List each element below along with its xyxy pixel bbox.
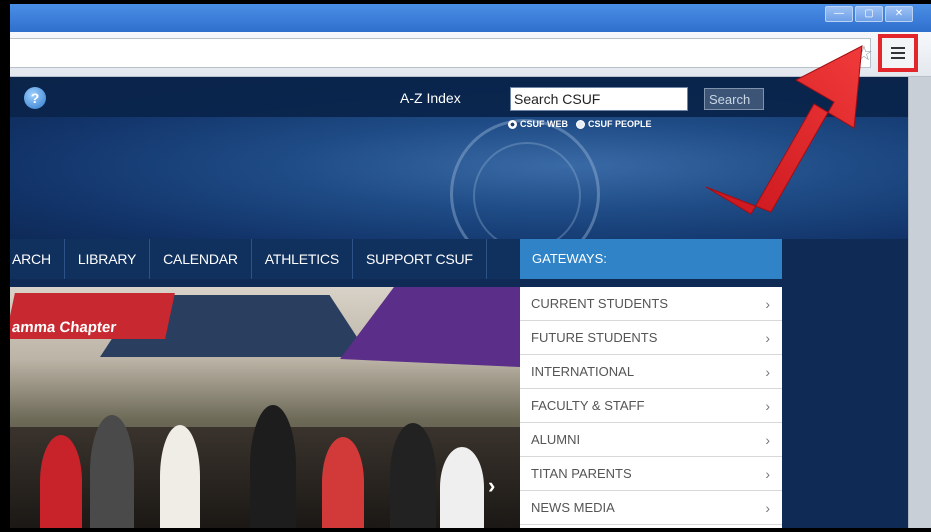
browser-window: — ▢ ✕ ☆ ? A-Z Index Search CSUF WEB bbox=[10, 4, 931, 528]
annotation-arrow-icon bbox=[705, 45, 863, 215]
